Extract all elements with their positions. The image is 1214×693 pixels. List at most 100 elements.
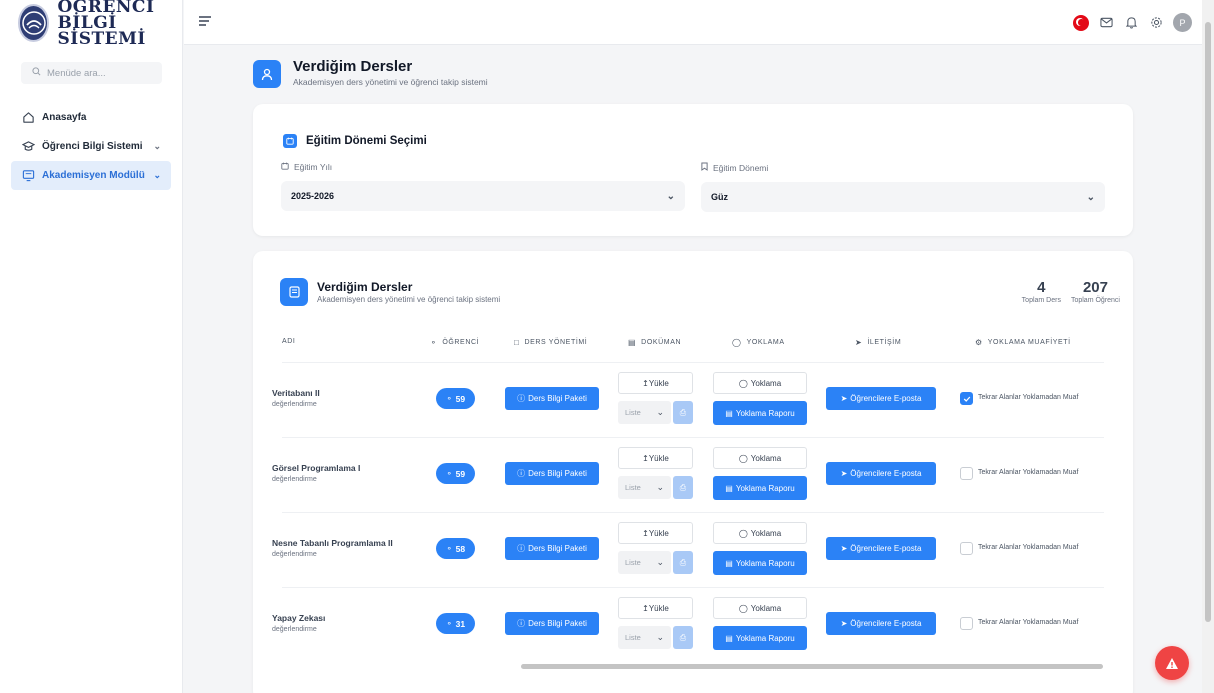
print-button[interactable]: ⎙ xyxy=(673,626,693,649)
attendance-button[interactable]: ◯ Yoklama xyxy=(713,597,807,619)
upload-button[interactable]: ↥ Yükle xyxy=(618,522,693,544)
email-students-button[interactable]: ➤ Öğrencilere E-posta xyxy=(826,612,936,635)
chevron-down-icon: ⌄ xyxy=(153,141,161,151)
exempt-checkbox[interactable] xyxy=(960,542,973,555)
page-title: Verdiğim Dersler xyxy=(293,58,413,75)
alert-button[interactable] xyxy=(1155,646,1189,680)
menu-toggle-icon[interactable] xyxy=(199,16,211,28)
course-stats: 4 Toplam Ders 207 Toplam Öğrenci xyxy=(1012,279,1120,304)
attendance-report-button[interactable]: ▤ Yoklama Raporu xyxy=(713,476,807,500)
student-count-badge[interactable]: ⚬ 59 xyxy=(436,463,475,484)
course-name[interactable]: Veritabanı II xyxy=(272,388,320,398)
course-name[interactable]: Nesne Tabanlı Programlama II xyxy=(272,538,393,548)
sidebar-item-akademisyen-modulu[interactable]: Akademisyen Modülü ⌄ xyxy=(11,161,171,190)
chevron-down-icon: ⌄ xyxy=(656,482,664,492)
exempt-checkbox[interactable] xyxy=(960,617,973,630)
table-horizontal-scrollbar[interactable] xyxy=(282,661,1104,671)
attendance-button[interactable]: ◯ Yoklama xyxy=(713,372,807,394)
exempt-checkbox[interactable] xyxy=(960,392,973,405)
term-selection-card: Eğitim Dönemi Seçimi Eğitim Yılı 2025-20… xyxy=(253,104,1133,236)
column-header-students: ⚬ ÖĞRENCİ xyxy=(430,338,480,347)
term-card-title: Eğitim Dönemi Seçimi xyxy=(306,135,427,147)
attendance-report-button[interactable]: ▤ Yoklama Raporu xyxy=(713,626,807,650)
student-count-badge[interactable]: ⚬ 59 xyxy=(436,388,475,409)
sidebar-item-anasayfa[interactable]: Anasayfa xyxy=(11,103,171,132)
print-button[interactable]: ⎙ xyxy=(673,551,693,574)
term-label: Eğitim Dönemi xyxy=(701,162,1105,173)
exempt-checkbox[interactable] xyxy=(960,467,973,480)
language-flag-icon[interactable] xyxy=(1073,14,1089,31)
print-button[interactable]: ⎙ xyxy=(673,476,693,499)
column-header-attendance-exemption: ⚙ YOKLAMA MUAFİYETİ xyxy=(975,338,1071,347)
upload-icon: ↥ xyxy=(642,378,649,388)
users-icon: ⚬ xyxy=(430,338,438,347)
term-label-text: Eğitim Dönemi xyxy=(713,162,769,173)
term-select-value: Güz xyxy=(711,192,728,202)
gear-icon[interactable] xyxy=(1148,15,1164,31)
upload-button[interactable]: ↥ Yükle xyxy=(618,447,693,469)
person-icon: ◯ xyxy=(738,453,748,463)
course-description: değerlendirme xyxy=(272,401,317,408)
course-info-package-button[interactable]: ⓘ Ders Bilgi Paketi xyxy=(505,612,599,635)
report-icon: ▤ xyxy=(725,408,733,418)
term-select[interactable]: Güz ⌄ xyxy=(701,182,1105,212)
list-select[interactable]: Liste ⌄ xyxy=(618,551,671,574)
chevron-down-icon: ⌄ xyxy=(656,632,664,642)
send-icon: ➤ xyxy=(840,469,848,478)
list-select[interactable]: Liste ⌄ xyxy=(618,401,671,424)
total-courses-label: Toplam Ders xyxy=(1021,297,1061,304)
calendar-icon xyxy=(281,162,289,172)
info-icon: ⓘ xyxy=(517,619,526,628)
print-button[interactable]: ⎙ xyxy=(673,401,693,424)
student-count-badge[interactable]: ⚬ 31 xyxy=(436,613,475,634)
column-header-communication: ➤ İLETİŞİM xyxy=(855,338,902,347)
exempt-label: Tekrar Alanlar Yoklamadan Muaf xyxy=(978,394,1079,401)
total-courses-value: 4 xyxy=(1037,279,1046,296)
course-description: değerlendirme xyxy=(272,476,317,483)
bell-icon[interactable] xyxy=(1123,15,1139,31)
search-icon xyxy=(32,67,41,79)
chevron-down-icon: ⌄ xyxy=(656,407,664,417)
users-icon: ⚬ xyxy=(445,619,453,628)
send-icon: ➤ xyxy=(840,619,848,628)
course-cell: Nesne Tabanlı Programlama II değerlendir… xyxy=(272,538,393,558)
logo[interactable]: ÖĞRENCİ BİLGİ SİSTEMİ xyxy=(0,0,182,48)
list-select[interactable]: Liste ⌄ xyxy=(618,626,671,649)
email-students-button[interactable]: ➤ Öğrencilere E-posta xyxy=(826,387,936,410)
list-select[interactable]: Liste ⌄ xyxy=(618,476,671,499)
attendance-report-button[interactable]: ▤ Yoklama Raporu xyxy=(713,401,807,425)
total-courses-stat: 4 Toplam Ders xyxy=(1022,279,1061,304)
course-description: değerlendirme xyxy=(272,626,317,633)
course-info-package-button[interactable]: ⓘ Ders Bilgi Paketi xyxy=(505,387,599,410)
attendance-button[interactable]: ◯ Yoklama xyxy=(713,522,807,544)
page-scrollbar[interactable] xyxy=(1202,0,1214,693)
mail-icon[interactable] xyxy=(1098,15,1114,31)
users-icon: ⚬ xyxy=(445,469,453,478)
upload-button[interactable]: ↥ Yükle xyxy=(618,372,693,394)
file-icon: ▤ xyxy=(628,338,637,347)
attendance-button[interactable]: ◯ Yoklama xyxy=(713,447,807,469)
user-avatar[interactable]: P xyxy=(1173,13,1192,32)
email-students-button[interactable]: ➤ Öğrencilere E-posta xyxy=(826,462,936,485)
year-label-text: Eğitim Yılı xyxy=(294,162,333,172)
year-select[interactable]: 2025-2026 ⌄ xyxy=(281,181,685,211)
email-students-button[interactable]: ➤ Öğrencilere E-posta xyxy=(826,537,936,560)
student-count-badge[interactable]: ⚬ 58 xyxy=(436,538,475,559)
upload-button[interactable]: ↥ Yükle xyxy=(618,597,693,619)
university-emblem-icon xyxy=(18,4,50,42)
warning-icon xyxy=(1166,657,1178,669)
exempt-label: Tekrar Alanlar Yoklamadan Muaf xyxy=(978,544,1079,551)
courses-title: Verdiğim Dersler xyxy=(317,279,413,294)
course-name[interactable]: Görsel Programlama I xyxy=(272,463,360,473)
course-info-package-button[interactable]: ⓘ Ders Bilgi Paketi xyxy=(505,537,599,560)
column-header-attendance: ◯ YOKLAMA xyxy=(732,338,785,347)
brand-name: ÖĞRENCİ BİLGİ SİSTEMİ xyxy=(57,0,182,48)
sidebar-item-ogrenci-bilgi-sistemi[interactable]: Öğrenci Bilgi Sistemi ⌄ xyxy=(11,132,171,161)
column-header-name: ADI xyxy=(282,338,296,345)
menu-search-input[interactable]: Menüde ara... xyxy=(21,62,162,84)
course-info-package-button[interactable]: ⓘ Ders Bilgi Paketi xyxy=(505,462,599,485)
course-name[interactable]: Yapay Zekası xyxy=(272,613,325,623)
term-field: Eğitim Dönemi Güz ⌄ xyxy=(701,162,1105,212)
printer-icon: ⎙ xyxy=(679,407,687,417)
attendance-report-button[interactable]: ▤ Yoklama Raporu xyxy=(713,551,807,575)
